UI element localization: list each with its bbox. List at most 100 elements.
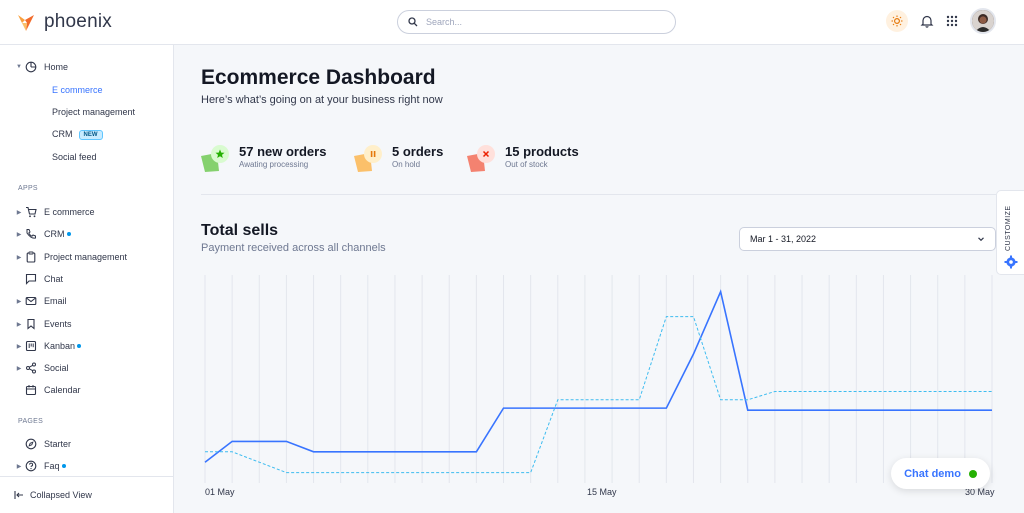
sidebar-item-label: CRM (44, 229, 65, 239)
search-input[interactable] (426, 17, 656, 27)
top-navbar: phoenix (0, 0, 1024, 45)
sidebar-item-crm[interactable]: ▶ CRM (14, 226, 71, 242)
page-title: Ecommerce Dashboard (201, 66, 436, 89)
apps-grid-icon[interactable] (946, 15, 958, 27)
top-actions (886, 8, 996, 34)
notification-dot (77, 344, 82, 348)
sidebar-item-chat[interactable]: Chat (24, 271, 63, 287)
collapse-view-label: Collapsed View (30, 490, 92, 500)
sidebar-subitem-project-management[interactable]: Project management (52, 107, 135, 117)
new-badge: NEW (78, 130, 103, 140)
sidebar-item-kanban[interactable]: ▶ Kanban (14, 338, 82, 354)
total-sells-chart (204, 275, 993, 483)
date-range-select[interactable]: Mar 1 - 31, 2022 (739, 227, 996, 251)
sidebar-item-label: Project management (44, 252, 128, 262)
caret-right-icon: ▶ (16, 463, 22, 470)
stat-subtitle: On hold (392, 160, 421, 169)
page-subtitle: Here’s what’s going on at your business … (201, 94, 443, 106)
chevron-down-icon (978, 237, 984, 242)
sidebar-item-label: Social (44, 363, 69, 373)
pages-section-label: PAGES (18, 418, 44, 425)
sidebar-subitem-social-feed[interactable]: Social feed (52, 152, 97, 162)
caret-right-icon: ▶ (16, 365, 22, 372)
caret-right-icon: ▶ (16, 254, 22, 261)
sidebar-item-label: Chat (44, 274, 64, 284)
search-icon (408, 17, 418, 27)
mail-icon (24, 294, 38, 308)
sidebar-item-home[interactable]: ▼ Home (14, 59, 68, 75)
star-badge-icon (201, 144, 231, 178)
phone-icon (24, 227, 38, 241)
search-bar[interactable] (397, 10, 676, 34)
share-icon (24, 361, 38, 375)
collapse-view-button[interactable]: Collapsed View (0, 476, 174, 513)
stat-subtitle: Awating processing (239, 160, 309, 169)
sun-icon (891, 15, 903, 27)
sidebar-item-project-management[interactable]: ▶ Project management (14, 249, 127, 265)
sidebar-item-label: Faq (44, 461, 60, 471)
sidebar-item-label: Events (44, 319, 72, 329)
sidebar-item-email[interactable]: ▶ Email (14, 293, 67, 309)
apps-section-label: APPS (18, 185, 38, 192)
phoenix-logo-icon (18, 15, 34, 31)
customize-label: CUSTOMIZE (1005, 205, 1012, 251)
sidebar-item-label: Email (44, 296, 67, 306)
sidebar-item-label: Home (44, 62, 69, 72)
sidebar-subitem-ecommerce[interactable]: E commerce (52, 85, 103, 95)
shopping-cart-icon (24, 205, 38, 219)
calendar-icon (24, 383, 38, 397)
notification-dot (61, 464, 66, 468)
user-avatar[interactable] (970, 8, 996, 34)
stat-title: 15 products (505, 144, 579, 159)
sidebar-item-faq[interactable]: ▶ Faq (14, 458, 66, 474)
caret-right-icon: ▶ (16, 298, 22, 305)
stat-orders-on-hold: 5 orders On hold (354, 144, 443, 178)
notification-dot (66, 232, 71, 236)
clipboard-icon (24, 250, 38, 264)
sidebar-item-ecommerce[interactable]: ▶ E commerce (14, 204, 95, 220)
caret-right-icon: ▶ (16, 231, 22, 238)
sidebar-item-calendar[interactable]: Calendar (24, 382, 81, 398)
total-sells-title: Total sells (201, 222, 279, 239)
total-sells-subtitle: Payment received across all channels (201, 242, 386, 254)
close-badge-icon (467, 144, 497, 178)
help-circle-icon (24, 459, 38, 473)
sidebar-item-label: CRM (52, 129, 73, 139)
caret-right-icon: ▶ (16, 343, 22, 350)
online-status-dot (968, 469, 977, 478)
stat-out-of-stock: 15 products Out of stock (467, 144, 579, 178)
sidebar-item-label: Starter (44, 439, 72, 449)
section-divider (201, 194, 996, 195)
date-range-value: Mar 1 - 31, 2022 (750, 234, 817, 244)
customize-panel-button[interactable]: CUSTOMIZE (996, 190, 1024, 275)
chart-series-line-1 (204, 289, 992, 463)
bookmark-icon (24, 317, 38, 331)
brand-name: phoenix (44, 11, 112, 32)
collapse-icon (14, 491, 23, 499)
sidebar-item-starter[interactable]: Starter (24, 436, 71, 452)
x-axis-label-mid: 15 May (587, 487, 617, 497)
sidebar-item-events[interactable]: ▶ Events (14, 316, 72, 332)
chat-demo-button[interactable]: Chat demo (891, 458, 990, 489)
user-photo-icon (972, 10, 994, 32)
chat-bubble-icon (24, 272, 38, 286)
stat-title: 5 orders (392, 144, 444, 159)
compass-icon (24, 437, 38, 451)
brand-logo[interactable]: phoenix (16, 11, 112, 33)
chat-demo-label: Chat demo (904, 467, 961, 480)
pie-chart-icon (24, 60, 38, 74)
caret-right-icon: ▶ (16, 209, 22, 216)
pause-badge-icon (354, 144, 384, 178)
sidebar-item-label: Calendar (44, 385, 81, 395)
theme-toggle-button[interactable] (886, 10, 908, 32)
caret-down-icon: ▼ (16, 64, 22, 70)
stat-subtitle: Out of stock (505, 160, 548, 169)
sidebar-item-label: Kanban (44, 341, 76, 351)
sidebar-subitem-crm[interactable]: CRM NEW (52, 129, 103, 140)
stat-title: 57 new orders (239, 144, 327, 159)
bell-icon[interactable] (920, 14, 934, 28)
stat-new-orders: 57 new orders Awating processing (201, 144, 326, 178)
sidebar-item-social[interactable]: ▶ Social (14, 360, 69, 376)
caret-right-icon: ▶ (16, 321, 22, 328)
sidebar-item-label: E commerce (44, 207, 95, 217)
